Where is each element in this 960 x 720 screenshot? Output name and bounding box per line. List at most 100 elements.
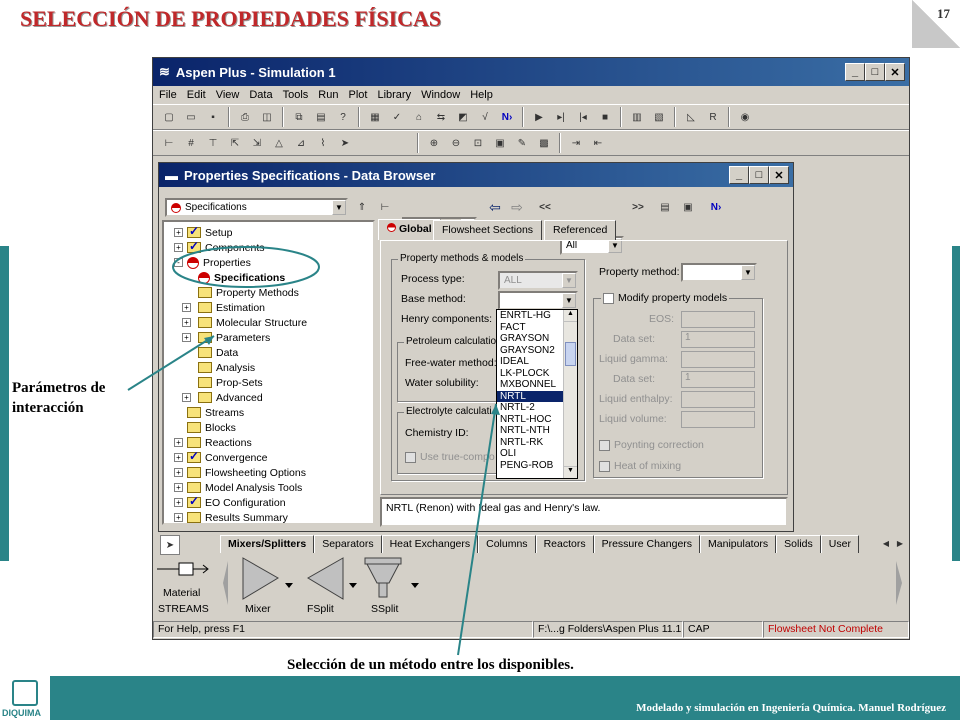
dropdown-scrollbar[interactable]: ▲ ▼ xyxy=(563,310,577,478)
mixer-icon[interactable] xyxy=(242,557,279,600)
copy-icon[interactable]: ⧉ xyxy=(289,107,309,127)
new-icon[interactable]: ▢ xyxy=(159,107,179,127)
material-stream-icon[interactable] xyxy=(157,562,209,576)
expand-icon[interactable]: + xyxy=(174,513,183,522)
up-folder-icon[interactable]: ⇑ xyxy=(352,197,372,217)
preview-icon[interactable]: ◫ xyxy=(257,107,277,127)
tree-item-advanced[interactable]: + Advanced xyxy=(182,390,263,405)
tree-item-eo-configuration[interactable]: + EO Configuration xyxy=(174,494,286,510)
zoom-full-icon[interactable]: ⊡ xyxy=(468,133,488,153)
report-icon[interactable]: ▧ xyxy=(649,107,669,127)
nav-combo[interactable]: Specifications ▼ xyxy=(165,198,348,217)
collapse-icon[interactable]: - xyxy=(174,258,183,267)
zoom-out-icon[interactable]: ⊖ xyxy=(446,133,466,153)
db-maximize-button[interactable]: □ xyxy=(749,166,769,184)
properties-icon[interactable]: ⌂ xyxy=(409,107,429,127)
components-icon[interactable]: ✓ xyxy=(387,107,407,127)
maximize-button[interactable]: □ xyxy=(865,63,885,81)
minimize-button[interactable]: _ xyxy=(845,63,865,81)
scroll-down-arrow-icon[interactable]: ▼ xyxy=(564,466,577,478)
expand-icon[interactable]: + xyxy=(174,468,183,477)
next-page-icon[interactable]: >> xyxy=(628,197,648,217)
rotate-icon[interactable]: ⇱ xyxy=(225,133,245,153)
tab-global[interactable]: Global xyxy=(378,219,441,240)
next-icon[interactable]: N› xyxy=(497,107,517,127)
run-icon[interactable]: ▶ xyxy=(529,107,549,127)
poynting-checkbox[interactable]: Poynting correction xyxy=(599,439,704,451)
tab-flowsheet-sections[interactable]: Flowsheet Sections xyxy=(433,220,543,240)
tree-item-prop-sets[interactable]: Prop-Sets xyxy=(198,375,263,390)
tab-scroll-right-icon[interactable]: ▶ xyxy=(890,533,910,553)
ssplit-icon[interactable] xyxy=(364,557,402,598)
blocks-icon[interactable]: ◩ xyxy=(453,107,473,127)
palette-tab-mixers-splitters[interactable]: Mixers/Splitters xyxy=(220,535,315,553)
zoom-in-icon[interactable]: ⊕ xyxy=(424,133,444,153)
tree-item-setup[interactable]: + Setup xyxy=(174,224,232,240)
chevron-down-icon[interactable] xyxy=(285,583,293,588)
db-close-button[interactable]: ✕ xyxy=(769,166,789,184)
plot2-icon[interactable]: R xyxy=(703,107,723,127)
liquid-gamma-combo[interactable] xyxy=(681,351,755,368)
palette-tab-pressure-changers[interactable]: Pressure Changers xyxy=(593,535,701,553)
palette-tab-columns[interactable]: Columns xyxy=(478,535,536,553)
fsplit-icon[interactable] xyxy=(307,557,344,600)
flip-icon[interactable]: ⇲ xyxy=(247,133,267,153)
tree-item-model-analysis-tools[interactable]: + Model Analysis Tools xyxy=(174,480,302,495)
status-icon[interactable]: ▣ xyxy=(678,197,698,217)
tree-item-estimation[interactable]: + Estimation xyxy=(182,300,265,315)
tree-item-data[interactable]: Data xyxy=(198,345,238,360)
db-minimize-button[interactable]: _ xyxy=(729,166,749,184)
menu-tools[interactable]: Tools xyxy=(283,89,309,101)
palette-tab-solids[interactable]: Solids xyxy=(776,535,821,553)
expand-icon[interactable]: + xyxy=(174,438,183,447)
chevron-down-icon[interactable]: ▼ xyxy=(562,273,576,288)
tree-item-results-summary[interactable]: + Results Summary xyxy=(174,510,288,525)
expand-icon[interactable]: + xyxy=(182,303,191,312)
streams-icon[interactable]: ⇆ xyxy=(431,107,451,127)
menu-data[interactable]: Data xyxy=(249,89,272,101)
scroll-up-arrow-icon[interactable]: ▲ xyxy=(564,310,577,322)
liquid-volume-combo[interactable] xyxy=(681,411,755,428)
expand-icon[interactable]: + xyxy=(174,228,183,237)
model-library-icon[interactable]: ◉ xyxy=(735,107,755,127)
chevron-down-icon[interactable]: ▼ xyxy=(562,293,576,308)
previous-icon[interactable]: << xyxy=(535,197,555,217)
zoom-window-icon[interactable]: ▣ xyxy=(490,133,510,153)
eos-combo[interactable] xyxy=(681,311,755,328)
tree-item-blocks[interactable]: Blocks xyxy=(174,420,236,435)
control-panel-icon[interactable]: ▥ xyxy=(627,107,647,127)
notes-icon[interactable]: ▤ xyxy=(655,197,675,217)
tree-item-parameters[interactable]: + Parameters xyxy=(182,330,270,345)
tree-item-analysis[interactable]: Analysis xyxy=(198,360,255,375)
expand-icon[interactable]: + xyxy=(174,483,183,492)
menu-edit[interactable]: Edit xyxy=(187,89,206,101)
save-icon[interactable]: ▪ xyxy=(203,107,223,127)
chevron-down-icon[interactable]: ▼ xyxy=(741,265,755,280)
process-type-combo[interactable]: ALL ▼ xyxy=(498,271,578,290)
annotation-icon[interactable]: ✎ xyxy=(512,133,532,153)
tree-item-molecular-structure[interactable]: + Molecular Structure xyxy=(182,315,307,330)
property-method-combo[interactable]: ▼ xyxy=(681,263,757,282)
tree-toggle-icon[interactable]: ⊢ xyxy=(375,197,395,217)
tree-item-convergence[interactable]: + Convergence xyxy=(174,449,267,465)
select-pointer-icon[interactable]: ➤ xyxy=(335,133,355,153)
scroll-thumb[interactable] xyxy=(565,342,576,366)
align-icon[interactable]: ⊢ xyxy=(159,133,179,153)
tree-item-properties[interactable]: - Properties xyxy=(174,255,251,270)
base-method-combo[interactable]: ▼ xyxy=(498,291,578,310)
expand-icon[interactable]: + xyxy=(174,453,183,462)
dataset-combo[interactable]: 1 xyxy=(681,331,755,348)
menu-library[interactable]: Library xyxy=(377,89,411,101)
palette-pointer-icon[interactable]: ➤ xyxy=(160,535,180,555)
menu-window[interactable]: Window xyxy=(421,89,460,101)
expand-icon[interactable]: + xyxy=(182,333,191,342)
liquid-enthalpy-combo[interactable] xyxy=(681,391,755,408)
dataset2-combo[interactable]: 1 xyxy=(681,371,755,388)
chevron-down-icon[interactable]: ▼ xyxy=(332,200,346,215)
paste-icon[interactable]: ▤ xyxy=(311,107,331,127)
icon-a[interactable]: △ xyxy=(269,133,289,153)
palette-tab-user[interactable]: User xyxy=(820,535,859,553)
icon-b[interactable]: ⊿ xyxy=(291,133,311,153)
true-components-checkbox[interactable]: Use true-compo xyxy=(405,451,495,463)
plot-icon[interactable]: ◺ xyxy=(681,107,701,127)
